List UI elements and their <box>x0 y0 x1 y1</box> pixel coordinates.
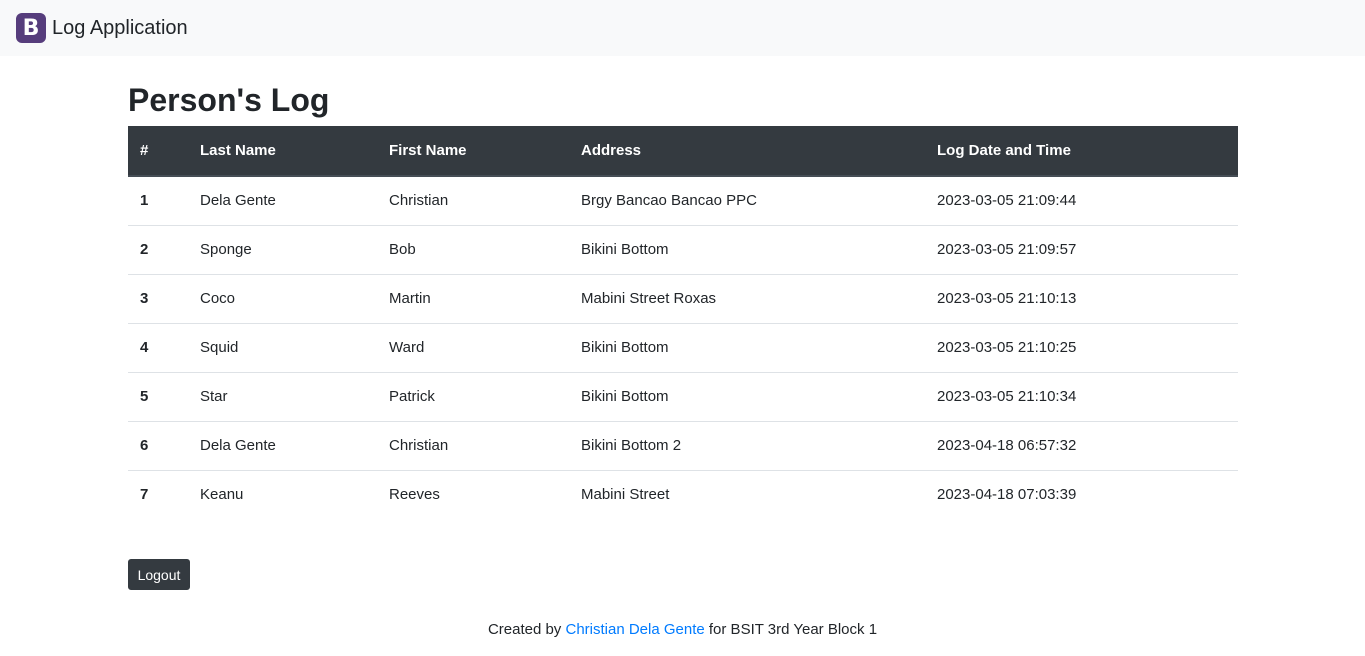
table-row: 4 Squid Ward Bikini Bottom 2023-03-05 21… <box>128 322 1238 372</box>
table-row: 1 Dela Gente Christian Brgy Bancao Banca… <box>128 176 1238 225</box>
footer-suffix: for BSIT 3rd Year Block 1 <box>704 621 878 638</box>
column-header-address: Address <box>569 126 925 177</box>
cell-address: Mabini Street <box>569 469 925 519</box>
cell-log-date-time: 2023-03-05 21:09:44 <box>937 192 1077 210</box>
cell-number: 7 <box>128 469 188 519</box>
author-link[interactable]: Christian Dela Gente <box>565 621 704 638</box>
header-row: # Last Name First Name Address Log Date … <box>128 126 1238 177</box>
log-table: # Last Name First Name Address Log Date … <box>128 126 1238 519</box>
cell-address: Bikini Bottom 2 <box>569 420 925 470</box>
cell-number: 2 <box>128 224 188 274</box>
page-title: Person's Log <box>128 82 330 118</box>
cell-address: Bikini Bottom <box>569 371 925 421</box>
cell-first-name: Ward <box>377 322 569 372</box>
column-header-log-date-time: Log Date and Time <box>925 126 1238 177</box>
cell-number: 6 <box>128 420 188 470</box>
brand-title: Log Application <box>52 17 188 39</box>
cell-log-date-time: 2023-03-05 21:09:57 <box>925 224 1238 274</box>
cell-last-name: Sponge <box>188 224 377 274</box>
cell-number: 4 <box>128 322 188 372</box>
table-row: 5 Star Patrick Bikini Bottom 2023-03-05 … <box>128 371 1238 421</box>
column-header-last-name: Last Name <box>188 126 377 177</box>
cell-address: Bikini Bottom <box>569 224 925 274</box>
cell-address: Mabini Street Roxas <box>569 273 925 323</box>
column-header-first-name: First Name <box>377 126 569 177</box>
cell-last-name: Star <box>188 371 377 421</box>
cell-number: 1 <box>140 192 149 210</box>
table-row: 2 Sponge Bob Bikini Bottom 2023-03-05 21… <box>128 224 1238 274</box>
column-header-number: # <box>128 126 188 177</box>
table-row: 3 Coco Martin Mabini Street Roxas 2023-0… <box>128 273 1238 323</box>
cell-last-name: Coco <box>188 273 377 323</box>
cell-first-name: Christian <box>377 420 569 470</box>
footer-prefix: Created by <box>487 621 566 638</box>
cell-log-date-time: 2023-03-05 21:10:34 <box>925 371 1238 421</box>
cell-last-name: Dela Gente <box>200 192 276 210</box>
cell-first-name: Reeves <box>377 469 569 519</box>
cell-last-name: Dela Gente <box>188 420 377 470</box>
table-row: 7 Keanu Reeves Mabini Street 2023-04-18 … <box>128 469 1238 519</box>
table-row: 6 Dela Gente Christian Bikini Bottom 2 2… <box>128 420 1238 470</box>
logout-button[interactable]: Logout <box>128 559 190 590</box>
cell-first-name: Christian <box>389 192 449 210</box>
navbar-brand[interactable]: B Log Application <box>16 13 188 43</box>
cell-last-name: Squid <box>188 322 377 372</box>
cell-last-name: Keanu <box>188 469 377 519</box>
cell-first-name: Patrick <box>377 371 569 421</box>
cell-number: 5 <box>128 371 188 421</box>
cell-log-date-time: 2023-03-05 21:10:25 <box>925 322 1238 372</box>
table-body: 1 Dela Gente Christian Brgy Bancao Banca… <box>128 176 1238 519</box>
navbar: B Log Application <box>0 0 1365 56</box>
cell-address: Brgy Bancao Bancao PPC <box>581 192 757 210</box>
cell-log-date-time: 2023-04-18 06:57:32 <box>925 420 1238 470</box>
table-header: # Last Name First Name Address Log Date … <box>128 126 1238 177</box>
footer: Created by Christian Dela Gente for BSIT… <box>0 620 1365 640</box>
cell-log-date-time: 2023-04-18 07:03:39 <box>925 469 1238 519</box>
bootstrap-logo-icon: B <box>16 13 46 43</box>
cell-address: Bikini Bottom <box>569 322 925 372</box>
cell-first-name: Bob <box>377 224 569 274</box>
cell-log-date-time: 2023-03-05 21:10:13 <box>925 273 1238 323</box>
cell-first-name: Martin <box>377 273 569 323</box>
cell-number: 3 <box>128 273 188 323</box>
